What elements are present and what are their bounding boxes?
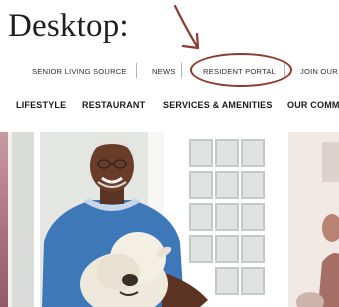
nav-item-lifestyle[interactable]: LIFESTYLE: [16, 100, 66, 110]
annotation-oval-icon: [190, 53, 292, 87]
nav-divider: [181, 63, 182, 78]
nav-item-our-community[interactable]: OUR COMM: [287, 100, 339, 110]
hero-carousel[interactable]: [0, 132, 339, 307]
main-nav: LIFESTYLE RESTAURANT SERVICES & AMENITIE…: [0, 96, 339, 116]
nav-link-news[interactable]: NEWS: [152, 67, 176, 76]
carousel-prev-slide[interactable]: [0, 132, 8, 307]
nav-item-services-amenities[interactable]: SERVICES & AMENITIES: [163, 100, 273, 110]
nav-divider: [136, 63, 137, 78]
carousel-next-slide[interactable]: [288, 132, 339, 307]
page-heading: Desktop:: [8, 8, 129, 44]
nav-item-restaurant[interactable]: RESTAURANT: [82, 100, 145, 110]
nav-link-join-our[interactable]: JOIN OUR: [300, 67, 338, 76]
resident-with-alpaca-image: [12, 132, 280, 307]
annotation-arrow-icon: [173, 4, 200, 50]
nav-link-senior-living-source[interactable]: SENIOR LIVING SOURCE: [32, 67, 127, 76]
hero-photo: [12, 132, 280, 307]
next-slide-preview-image: [288, 132, 339, 307]
